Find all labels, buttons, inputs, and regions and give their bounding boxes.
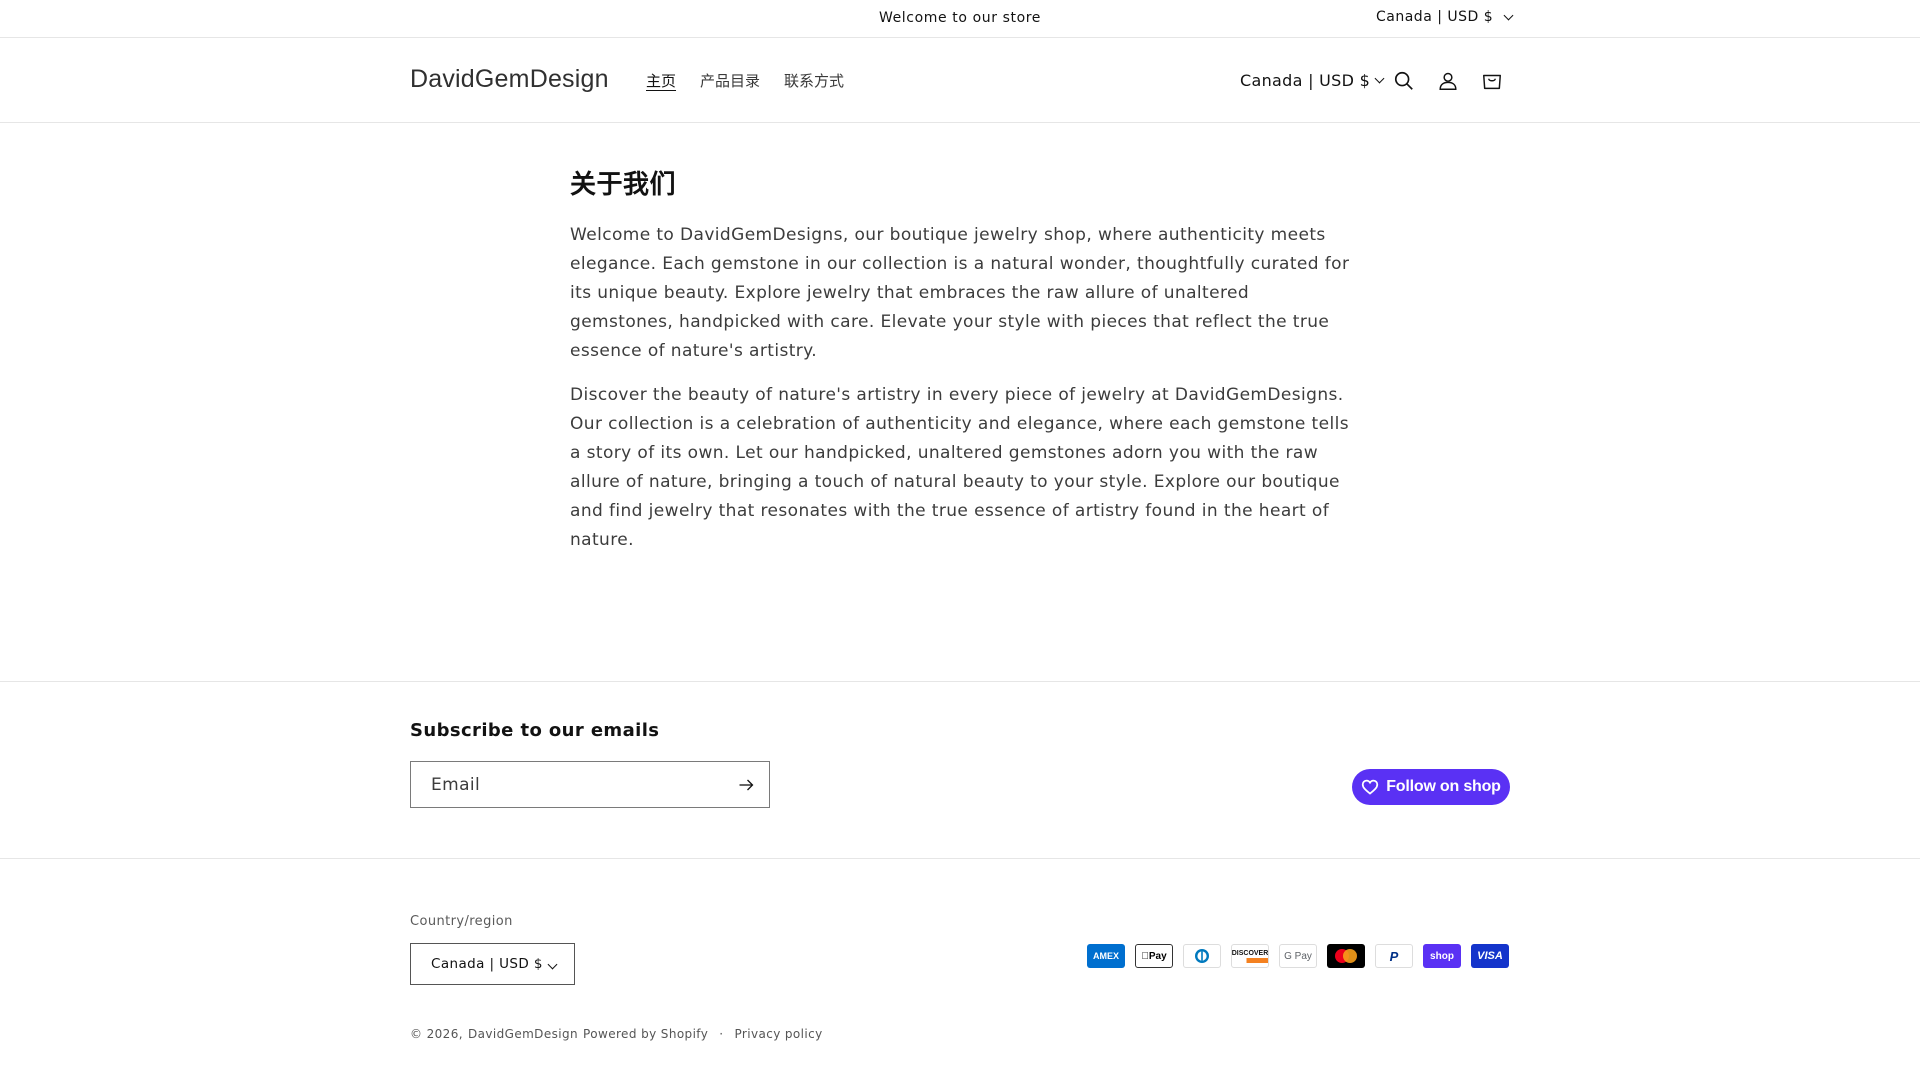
announcement-bar: Welcome to our store Canada | USD $ — [0, 0, 1920, 38]
discover-icon: DISCOVER — [1231, 944, 1269, 968]
announcement-localization-label: Canada | USD $ — [1376, 9, 1494, 25]
store-logo[interactable]: DavidGemDesign — [410, 65, 609, 94]
page-body: Welcome to DavidGemDesigns, our boutique… — [570, 221, 1352, 555]
chevron-down-icon — [547, 959, 558, 970]
chevron-down-icon — [1503, 10, 1514, 20]
separator-dot: · — [719, 1027, 724, 1041]
nav-item-catalog[interactable]: 产品目录 — [700, 70, 760, 91]
header-localization-selector[interactable]: Canada | USD $ — [1240, 71, 1385, 90]
apple-pay-icon: Pay — [1135, 944, 1173, 968]
subscribe-title: Subscribe to our emails — [410, 720, 660, 741]
country-region-selector[interactable]: Canada | USD $ — [410, 943, 575, 985]
account-icon — [1439, 72, 1457, 90]
heart-icon — [1362, 779, 1379, 795]
about-paragraph: Discover the beauty of nature's artistry… — [570, 385, 1349, 550]
main-nav: 主页 产品目录 联系方式 — [646, 70, 844, 91]
shop-pay-icon: shop — [1423, 944, 1461, 968]
diners-club-icon — [1183, 944, 1221, 968]
payment-icons: AMEX Pay DISCOVER G Pay P shop VISA — [1087, 944, 1509, 968]
about-paragraph: Welcome to DavidGemDesigns, our boutique… — [570, 225, 1350, 361]
chevron-down-icon — [1374, 73, 1385, 84]
google-pay-icon: G Pay — [1279, 944, 1317, 968]
announcement-localization-selector[interactable]: Canada | USD $ — [1376, 9, 1514, 25]
email-form — [410, 761, 770, 808]
nav-item-home[interactable]: 主页 — [646, 70, 676, 91]
cart-button[interactable] — [1478, 67, 1506, 95]
subscribe-button[interactable] — [723, 762, 769, 807]
account-button[interactable] — [1434, 67, 1462, 95]
privacy-policy-link[interactable]: Privacy policy — [734, 1027, 822, 1041]
follow-on-shop-button[interactable]: Follow on shop — [1352, 769, 1510, 805]
page-title: 关于我们 — [570, 170, 677, 200]
footer-bottom: Country/region Canada | USD $ AMEX Pay … — [0, 860, 1920, 1080]
cart-icon — [1483, 74, 1501, 90]
footer-newsletter: Subscribe to our emails Follow on shop — [0, 681, 1920, 859]
follow-on-shop-label: Follow on shop — [1386, 778, 1501, 795]
email-input[interactable] — [411, 762, 723, 807]
mastercard-icon — [1327, 944, 1365, 968]
copyright-text: © 2026, — [410, 1027, 463, 1041]
arrow-right-icon — [739, 779, 753, 790]
main-content: 关于我们 Welcome to DavidGemDesigns, our bou… — [570, 164, 1352, 570]
powered-by-shopify-link[interactable]: Powered by Shopify — [583, 1027, 708, 1041]
header-localization-label: Canada | USD $ — [1240, 71, 1371, 90]
amex-icon: AMEX — [1087, 944, 1125, 968]
store-link[interactable]: DavidGemDesign — [468, 1027, 578, 1041]
site-header: DavidGemDesign 主页 产品目录 联系方式 Canada | USD… — [0, 39, 1920, 123]
copyright: © 2026, DavidGemDesign Powered by Shopif… — [410, 1027, 823, 1041]
country-region-label: Country/region — [410, 914, 513, 929]
announcement-message: Welcome to our store — [878, 10, 1042, 26]
visa-icon: VISA — [1471, 944, 1509, 968]
nav-item-contact[interactable]: 联系方式 — [784, 70, 844, 91]
search-icon — [1394, 71, 1413, 90]
paypal-icon: P — [1375, 944, 1413, 968]
country-region-value: Canada | USD $ — [431, 956, 543, 972]
search-button[interactable] — [1390, 67, 1418, 95]
